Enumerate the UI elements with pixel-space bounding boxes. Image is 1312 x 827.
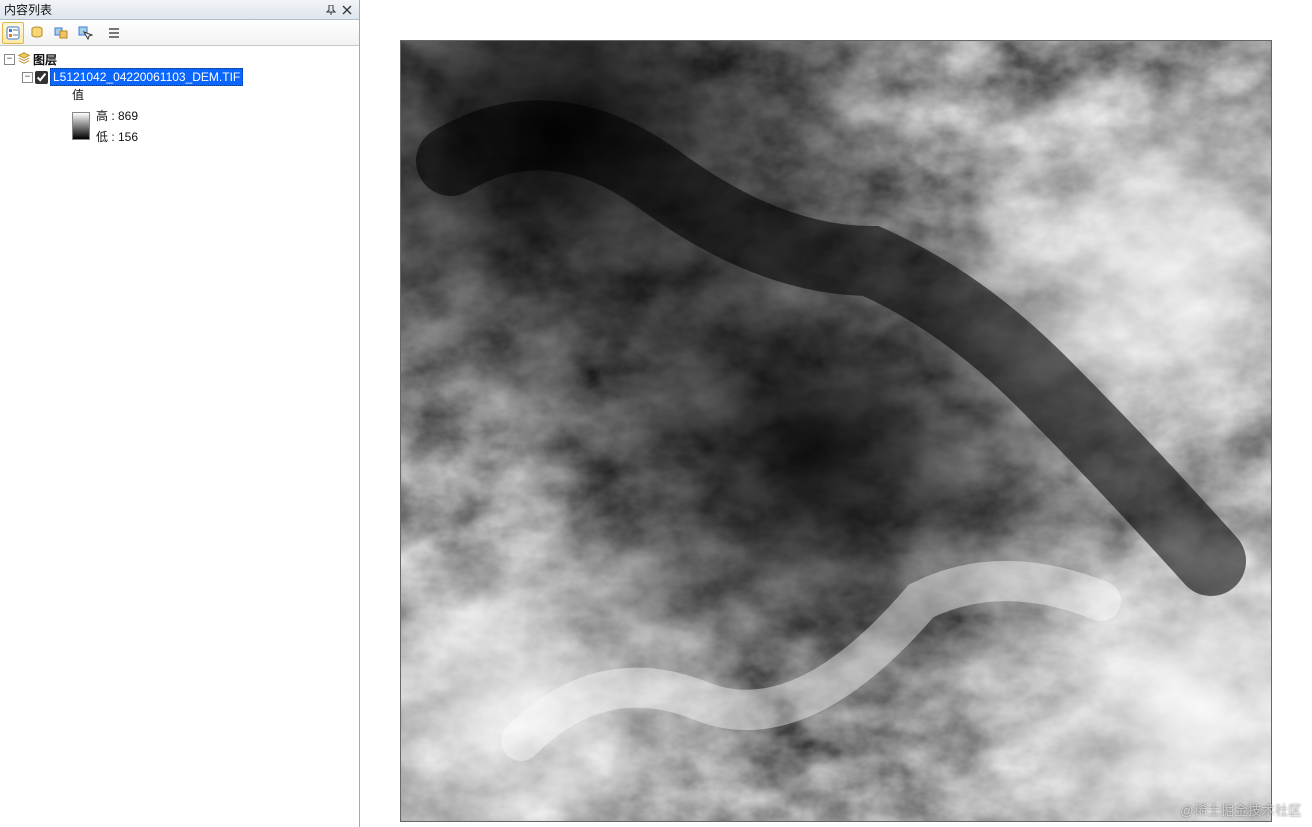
toc-view-tabs: [2, 22, 96, 44]
layer-tree: − 图层 − L5121042_04220061103_DEM.TIF 值: [0, 46, 359, 827]
layer-row[interactable]: − L5121042_04220061103_DEM.TIF: [20, 68, 359, 86]
options-icon[interactable]: [104, 22, 126, 44]
list-by-selection-icon[interactable]: [74, 22, 96, 44]
map-view[interactable]: @稀土掘金技术社区: [360, 0, 1312, 827]
list-by-drawing-order-icon[interactable]: [2, 22, 24, 44]
tree-children: − L5121042_04220061103_DEM.TIF 值 高 : 869…: [2, 68, 359, 145]
legend-ramp-row: 高 : 869 低 : 156: [72, 107, 359, 145]
app-root: 内容列表: [0, 0, 1312, 827]
legend-high-label: 高 : 869: [96, 107, 138, 124]
tree-root-row[interactable]: − 图层: [2, 50, 359, 68]
toc-toolbar: [0, 20, 359, 46]
grayscale-ramp-icon: [72, 112, 90, 140]
pin-icon[interactable]: [323, 2, 339, 18]
toc-title: 内容列表: [4, 1, 323, 18]
layer-name[interactable]: L5121042_04220061103_DEM.TIF: [50, 68, 243, 86]
list-by-source-icon[interactable]: [26, 22, 48, 44]
list-by-visibility-icon[interactable]: [50, 22, 72, 44]
layer-visibility-checkbox[interactable]: [35, 71, 48, 84]
legend-low-label: 低 : 156: [96, 128, 138, 145]
legend-values: 高 : 869 低 : 156: [96, 107, 138, 145]
layers-icon: [17, 51, 31, 68]
toc-panel: 内容列表: [0, 0, 360, 827]
collapse-icon[interactable]: −: [22, 72, 33, 83]
collapse-icon[interactable]: −: [4, 54, 15, 65]
legend-title: 值: [72, 86, 359, 103]
dem-raster: [400, 40, 1272, 822]
tree-root-label: 图层: [33, 51, 57, 68]
toc-header: 内容列表: [0, 0, 359, 20]
close-icon[interactable]: [339, 2, 355, 18]
layer-legend: 值 高 : 869 低 : 156: [20, 86, 359, 145]
